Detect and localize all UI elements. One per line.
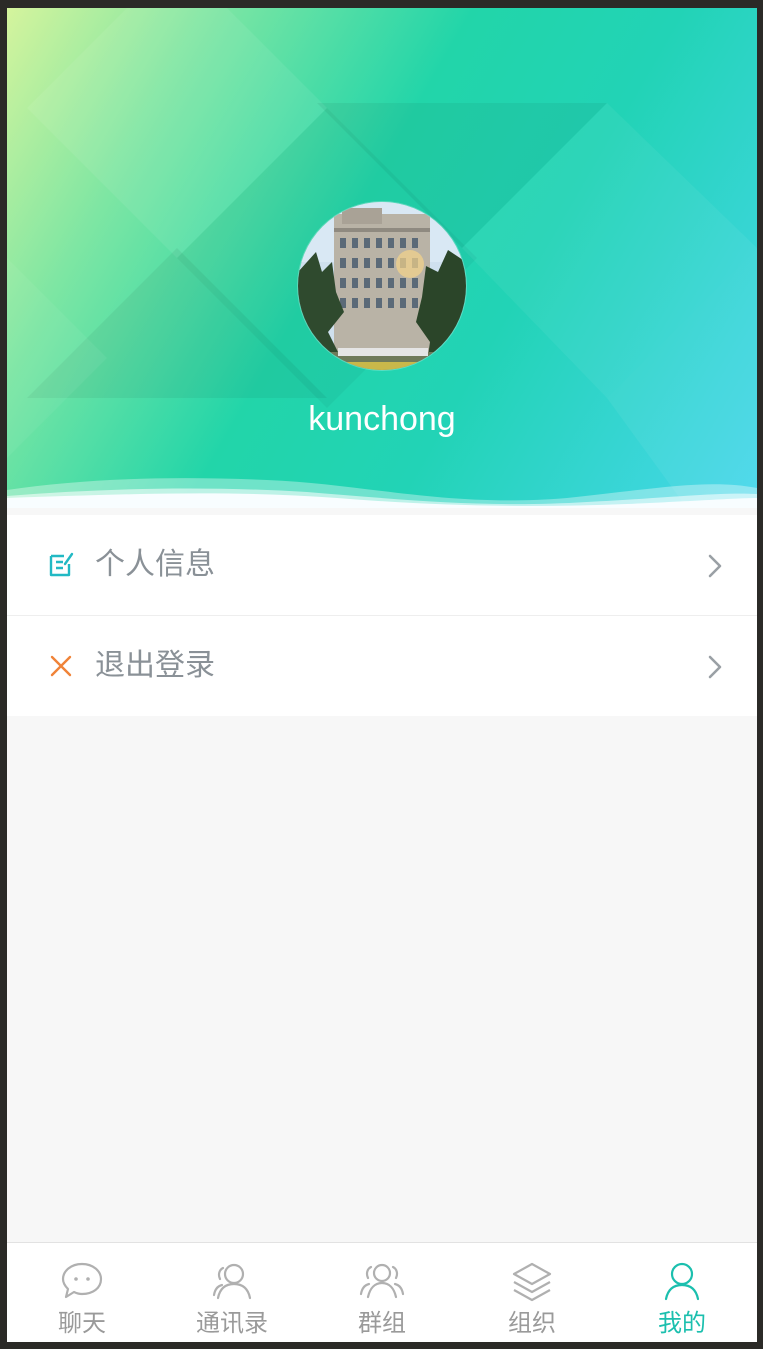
contact-icon [212, 1263, 252, 1300]
tab-label: 群组 [358, 1309, 406, 1337]
tab-label: 组织 [508, 1309, 556, 1337]
tab-mine[interactable]: 我的 [607, 1243, 757, 1342]
menu-item-label: 退出登录 [95, 648, 215, 683]
chevron-right-icon [708, 554, 722, 578]
close-icon [50, 655, 72, 677]
tab-label: 通讯录 [196, 1309, 268, 1337]
tab-groups[interactable]: 群组 [307, 1243, 457, 1342]
avatar[interactable] [298, 202, 466, 370]
username: kunchong [308, 400, 456, 438]
tab-label: 我的 [658, 1309, 706, 1337]
tab-organization[interactable]: 组织 [457, 1243, 607, 1342]
bottom-tab-bar: 聊天 通讯录 群组 组织 我的 [7, 1242, 757, 1342]
chevron-right-icon [708, 655, 722, 679]
menu-item-label: 个人信息 [95, 547, 215, 582]
profile-header: kunchong [7, 8, 757, 508]
chat-bubble-icon [61, 1262, 103, 1299]
profile-menu: 个人信息 退出登录 [7, 515, 757, 716]
edit-icon [49, 552, 74, 577]
tab-contacts[interactable]: 通讯录 [157, 1243, 307, 1342]
avatar-photo [298, 202, 466, 370]
layers-icon [512, 1262, 552, 1302]
menu-item-personal-info[interactable]: 个人信息 [7, 515, 757, 616]
profile-screen: kunchong 个人信息 退出登录 聊天 通讯录 群组 组织 我的 [7, 8, 757, 1342]
group-icon [359, 1263, 405, 1299]
header-wave [7, 478, 757, 508]
tab-chat[interactable]: 聊天 [7, 1243, 157, 1342]
user-icon [664, 1262, 700, 1301]
tab-label: 聊天 [58, 1309, 106, 1337]
menu-item-logout[interactable]: 退出登录 [7, 616, 757, 716]
